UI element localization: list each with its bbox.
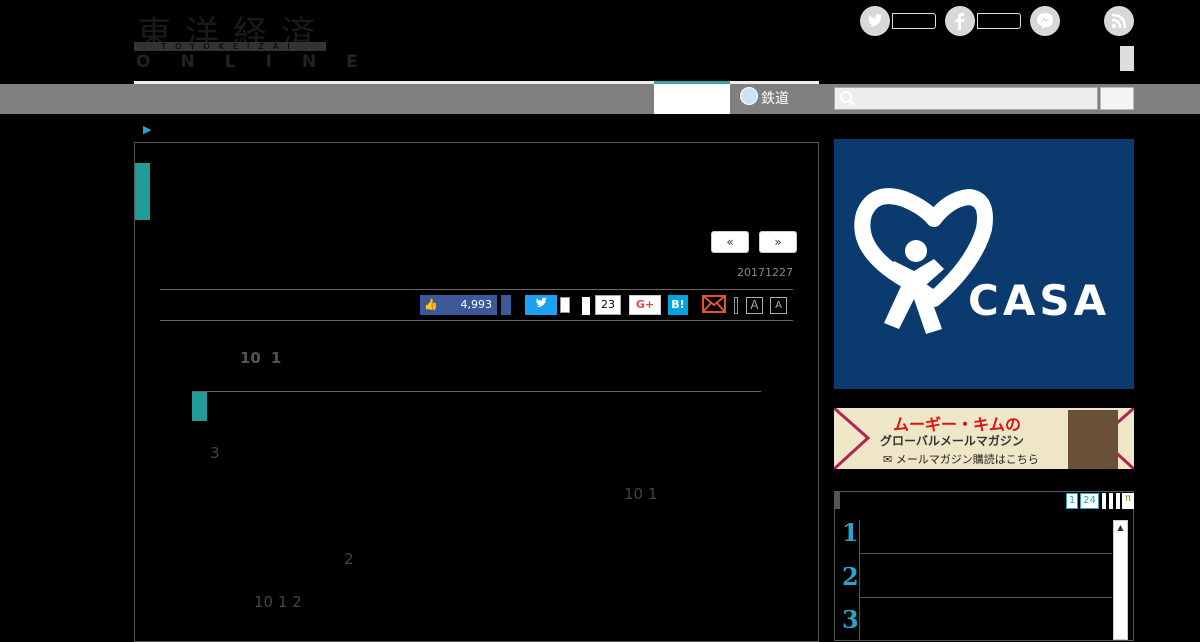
rank-number-1: 1 bbox=[842, 518, 859, 547]
nav-tab-active[interactable] bbox=[654, 81, 730, 114]
thumbs-up-icon: 👍 bbox=[424, 298, 438, 311]
paragraph-2-numbers: 10 1 bbox=[624, 485, 658, 503]
search-input[interactable] bbox=[834, 87, 1098, 110]
rank-separator-1 bbox=[860, 553, 1112, 554]
article-paragraph-2: 10 1 bbox=[192, 482, 760, 507]
article-paragraph-4: 10 1 2 bbox=[192, 590, 760, 615]
twitter-icon[interactable] bbox=[860, 6, 890, 36]
rss-feed-icon bbox=[1111, 13, 1127, 29]
ranking-tab-b[interactable] bbox=[1109, 493, 1113, 509]
tweet-button[interactable] bbox=[525, 295, 557, 315]
facebook-like-count bbox=[977, 13, 1021, 29]
twitter-bird-icon bbox=[868, 14, 883, 27]
newsletter-ad-subtitle: グローバルメールマガジン bbox=[880, 434, 1024, 448]
ranking-header-accent bbox=[834, 491, 840, 509]
nav-tab-rail[interactable]: 鉄道 bbox=[740, 86, 820, 112]
newsletter-ad-link-text: メールマガジン購読はこちら bbox=[895, 453, 1039, 466]
ranking-divider bbox=[859, 520, 860, 640]
google-plus-button[interactable]: G+ bbox=[629, 295, 661, 315]
heading-rule bbox=[192, 391, 761, 392]
share-bar-bottom-rule bbox=[160, 320, 793, 321]
train-icon bbox=[740, 87, 758, 105]
article-paragraph-1: 3 bbox=[192, 441, 760, 466]
messenger-bubble-icon bbox=[1037, 13, 1053, 29]
prev-page-button[interactable]: « bbox=[711, 231, 749, 253]
breadcrumb-arrow-icon: ▶ bbox=[143, 123, 152, 136]
article-date: 20171227 bbox=[737, 266, 793, 279]
facebook-like-count-label: 4,993 bbox=[460, 298, 493, 311]
logo-romaji: TOYOKEIZAI bbox=[134, 42, 326, 51]
mail-share-icon[interactable] bbox=[702, 295, 726, 315]
twitter-bird-icon bbox=[535, 297, 548, 307]
svg-text:®: ® bbox=[940, 282, 949, 292]
facebook-icon[interactable] bbox=[945, 6, 975, 36]
font-size-small-button[interactable]: A bbox=[770, 297, 787, 314]
tweet-count bbox=[560, 297, 570, 313]
share-bar-top-rule bbox=[160, 289, 793, 290]
ranking-tab-d[interactable]: π bbox=[1122, 493, 1134, 509]
lead-number-b: 1 bbox=[270, 349, 282, 367]
pocket-count: 23 bbox=[595, 295, 621, 315]
font-size-large-button[interactable]: A bbox=[746, 297, 763, 314]
ranking-tab-1h[interactable]: 1 bbox=[1066, 493, 1078, 509]
messenger-icon[interactable] bbox=[1030, 6, 1060, 36]
next-page-button[interactable]: » bbox=[759, 231, 797, 253]
article-lead-paragraph: 10 1 bbox=[192, 346, 760, 371]
casa-ad-label: CASA bbox=[968, 276, 1111, 325]
facebook-share-button[interactable] bbox=[501, 295, 511, 315]
newsletter-ad-link[interactable]: ✉ メールマガジン購読はこちら bbox=[883, 451, 1039, 467]
casa-ad-banner[interactable]: ® bbox=[834, 139, 1134, 389]
lead-number-a: 10 bbox=[240, 349, 261, 367]
ranking-tab-c[interactable] bbox=[1116, 493, 1120, 509]
ranking-tab-a[interactable] bbox=[1102, 493, 1106, 509]
article-paragraph-3: 2 bbox=[192, 547, 760, 572]
search-icon bbox=[839, 90, 857, 108]
pocket-button[interactable] bbox=[582, 297, 590, 315]
casa-logo-icon: ® bbox=[854, 188, 993, 334]
paragraph-3-number: 2 bbox=[344, 550, 354, 568]
ranking-panel bbox=[834, 491, 1134, 641]
paragraph-4-numbers: 10 1 2 bbox=[254, 593, 302, 611]
nav-tab-rail-label: 鉄道 bbox=[761, 91, 789, 107]
search-button[interactable] bbox=[1100, 87, 1134, 110]
hatena-bookmark-button[interactable]: B! bbox=[668, 295, 688, 315]
header-menu-button[interactable] bbox=[1120, 46, 1134, 71]
twitter-follow-count bbox=[892, 13, 936, 29]
rank-separator-2 bbox=[860, 597, 1112, 598]
section-heading-accent bbox=[192, 392, 207, 421]
share-separator bbox=[734, 297, 738, 314]
rank-number-2: 2 bbox=[842, 562, 859, 591]
paragraph-1-number: 3 bbox=[210, 444, 220, 462]
scroll-up-arrow-icon[interactable]: ▲ bbox=[1113, 520, 1128, 535]
logo-online: ONLINE bbox=[136, 52, 388, 72]
facebook-like-button[interactable]: 👍 4,993 bbox=[420, 295, 497, 315]
ranking-scrollbar[interactable] bbox=[1113, 520, 1128, 640]
rss-icon[interactable] bbox=[1104, 6, 1134, 36]
author-photo bbox=[1068, 410, 1118, 469]
ranking-tab-24h[interactable]: 24 bbox=[1080, 493, 1099, 509]
article-title-accent bbox=[135, 163, 150, 220]
facebook-f-icon bbox=[955, 13, 965, 30]
